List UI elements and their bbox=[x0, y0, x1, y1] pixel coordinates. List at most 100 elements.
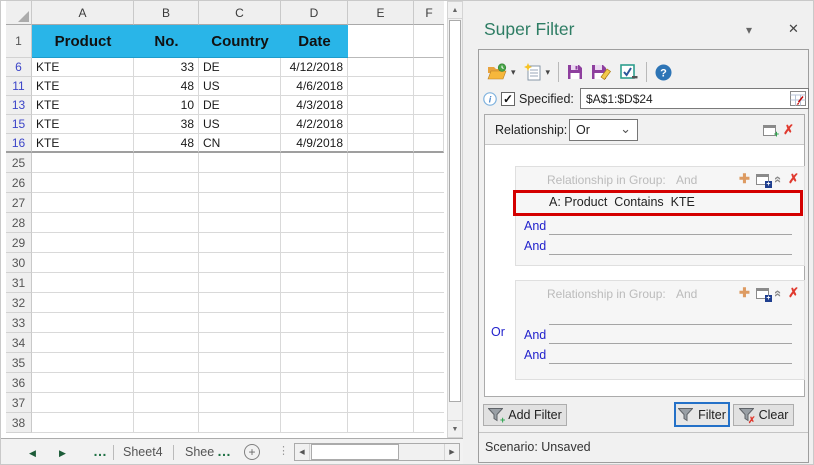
empty-cells[interactable] bbox=[32, 253, 444, 273]
row-header-38[interactable]: 38 bbox=[6, 413, 32, 433]
new-scenario-icon[interactable] bbox=[523, 62, 542, 82]
collapse-group-icon[interactable]: « bbox=[771, 175, 786, 182]
scroll-up-icon[interactable]: ▲ bbox=[448, 2, 462, 19]
row-header-34[interactable]: 34 bbox=[6, 333, 32, 353]
grid-row-empty[interactable]: 38 bbox=[6, 413, 444, 433]
scroll-left-icon[interactable]: ◀ bbox=[295, 444, 310, 460]
pane-options-icon[interactable]: ▾ bbox=[746, 23, 752, 37]
grid-row-empty[interactable]: 33 bbox=[6, 313, 444, 333]
column-header-f[interactable]: F bbox=[414, 1, 444, 25]
filter-condition[interactable]: A: Product Contains KTE bbox=[549, 195, 695, 209]
clear-button[interactable]: ✗ Clear bbox=[733, 404, 794, 426]
row-header-29[interactable]: 29 bbox=[6, 233, 32, 253]
and-condition-row[interactable]: And bbox=[524, 239, 792, 257]
cell-e13[interactable] bbox=[348, 96, 414, 115]
cell-c16[interactable]: CN bbox=[199, 134, 281, 153]
add-condition-icon[interactable]: ✚ bbox=[739, 171, 750, 187]
column-header-c[interactable]: C bbox=[199, 1, 281, 25]
grid-row-empty[interactable]: 36 bbox=[6, 373, 444, 393]
cell-b15[interactable]: 38 bbox=[134, 115, 199, 134]
row-header-28[interactable]: 28 bbox=[6, 213, 32, 233]
empty-cells[interactable] bbox=[32, 313, 444, 333]
cell-f16[interactable] bbox=[414, 134, 444, 153]
add-group-icon[interactable]: + bbox=[763, 124, 779, 139]
collapse-group-icon[interactable]: « bbox=[771, 289, 786, 296]
add-filter-button[interactable]: + Add Filter bbox=[483, 404, 567, 426]
vertical-scrollbar-thumb[interactable] bbox=[449, 20, 461, 402]
empty-cells[interactable] bbox=[32, 273, 444, 293]
sheet-tab-truncated[interactable]: Shee bbox=[185, 445, 214, 459]
row-header-33[interactable]: 33 bbox=[6, 313, 32, 333]
manage-scenario-icon[interactable] bbox=[620, 64, 638, 80]
grid-row-empty[interactable]: 30 bbox=[6, 253, 444, 273]
cell-c6[interactable]: DE bbox=[199, 58, 281, 77]
save-scenario-icon[interactable] bbox=[567, 64, 583, 80]
row-header-32[interactable]: 32 bbox=[6, 293, 32, 313]
empty-cells[interactable] bbox=[32, 173, 444, 193]
sheet-tab-sheet4[interactable]: Sheet4 bbox=[123, 445, 163, 459]
cell-f11[interactable] bbox=[414, 77, 444, 96]
add-subgroup-icon[interactable]: + bbox=[755, 173, 772, 188]
sheet-overflow-ellipsis[interactable]: … bbox=[217, 443, 231, 459]
cell-d6[interactable]: 4/12/2018 bbox=[281, 58, 348, 77]
cell-e1[interactable] bbox=[348, 25, 414, 58]
row-header-35[interactable]: 35 bbox=[6, 353, 32, 373]
next-sheet-icon[interactable]: ▶ bbox=[59, 448, 66, 459]
cell-f13[interactable] bbox=[414, 96, 444, 115]
column-header-b[interactable]: B bbox=[134, 1, 199, 25]
row-header-13[interactable]: 13 bbox=[6, 96, 32, 115]
open-scenario-dropdown-icon[interactable]: ▾ bbox=[511, 67, 516, 78]
column-header-a[interactable]: A bbox=[32, 1, 134, 25]
grid-row-empty[interactable]: 27 bbox=[6, 193, 444, 213]
cell-f1[interactable] bbox=[414, 25, 444, 58]
row-header-11[interactable]: 11 bbox=[6, 77, 32, 96]
pane-close-icon[interactable]: ✕ bbox=[788, 21, 799, 37]
cell-b1[interactable]: No. bbox=[134, 25, 199, 58]
empty-cells[interactable] bbox=[32, 393, 444, 413]
new-scenario-dropdown-icon[interactable]: ▾ bbox=[546, 67, 551, 78]
row-header-27[interactable]: 27 bbox=[6, 193, 32, 213]
save-as-scenario-icon[interactable] bbox=[591, 64, 612, 80]
row-header-1[interactable]: 1 bbox=[6, 25, 32, 58]
cell-f15[interactable] bbox=[414, 115, 444, 134]
sheet-overflow-ellipsis[interactable]: … bbox=[93, 443, 107, 459]
scroll-right-icon[interactable]: ▶ bbox=[444, 444, 459, 460]
horizontal-scrollbar[interactable]: ◀ ▶ bbox=[294, 443, 460, 461]
vertical-scrollbar[interactable]: ▲ ▼ bbox=[447, 1, 463, 438]
cell-c1[interactable]: Country bbox=[199, 25, 281, 58]
grid-row-empty[interactable]: 34 bbox=[6, 333, 444, 353]
delete-group-icon[interactable]: ✗ bbox=[788, 171, 799, 187]
cell-a13[interactable]: KTE bbox=[32, 96, 134, 115]
empty-cells[interactable] bbox=[32, 353, 444, 373]
row-header-37[interactable]: 37 bbox=[6, 393, 32, 413]
empty-condition-row[interactable] bbox=[549, 311, 792, 325]
cell-c13[interactable]: DE bbox=[199, 96, 281, 115]
cell-a15[interactable]: KTE bbox=[32, 115, 134, 134]
grid-row-empty[interactable]: 32 bbox=[6, 293, 444, 313]
and-condition-row[interactable]: And bbox=[524, 328, 792, 346]
cell-d15[interactable]: 4/2/2018 bbox=[281, 115, 348, 134]
scroll-down-icon[interactable]: ▼ bbox=[448, 420, 462, 437]
grid-row-empty[interactable]: 25 bbox=[6, 153, 444, 173]
row-header-16[interactable]: 16 bbox=[6, 134, 32, 153]
row-header-15[interactable]: 15 bbox=[6, 115, 32, 134]
cell-d13[interactable]: 4/3/2018 bbox=[281, 96, 348, 115]
cell-b11[interactable]: 48 bbox=[134, 77, 199, 96]
empty-cells[interactable] bbox=[32, 333, 444, 353]
group-relationship-value[interactable]: And bbox=[676, 173, 697, 187]
empty-cells[interactable] bbox=[32, 413, 444, 433]
cell-a11[interactable]: KTE bbox=[32, 77, 134, 96]
empty-cells[interactable] bbox=[32, 153, 444, 173]
row-header-26[interactable]: 26 bbox=[6, 173, 32, 193]
grid-row-empty[interactable]: 29 bbox=[6, 233, 444, 253]
row-header-30[interactable]: 30 bbox=[6, 253, 32, 273]
cell-b16[interactable]: 48 bbox=[134, 134, 199, 153]
horizontal-scrollbar-thumb[interactable] bbox=[311, 444, 399, 460]
help-icon[interactable]: ? bbox=[655, 64, 672, 81]
grid-row-empty[interactable]: 31 bbox=[6, 273, 444, 293]
empty-cells[interactable] bbox=[32, 233, 444, 253]
add-sheet-icon[interactable]: + bbox=[244, 444, 260, 460]
cell-c11[interactable]: US bbox=[199, 77, 281, 96]
add-condition-icon[interactable]: ✚ bbox=[739, 285, 750, 301]
cell-a16[interactable]: KTE bbox=[32, 134, 134, 153]
